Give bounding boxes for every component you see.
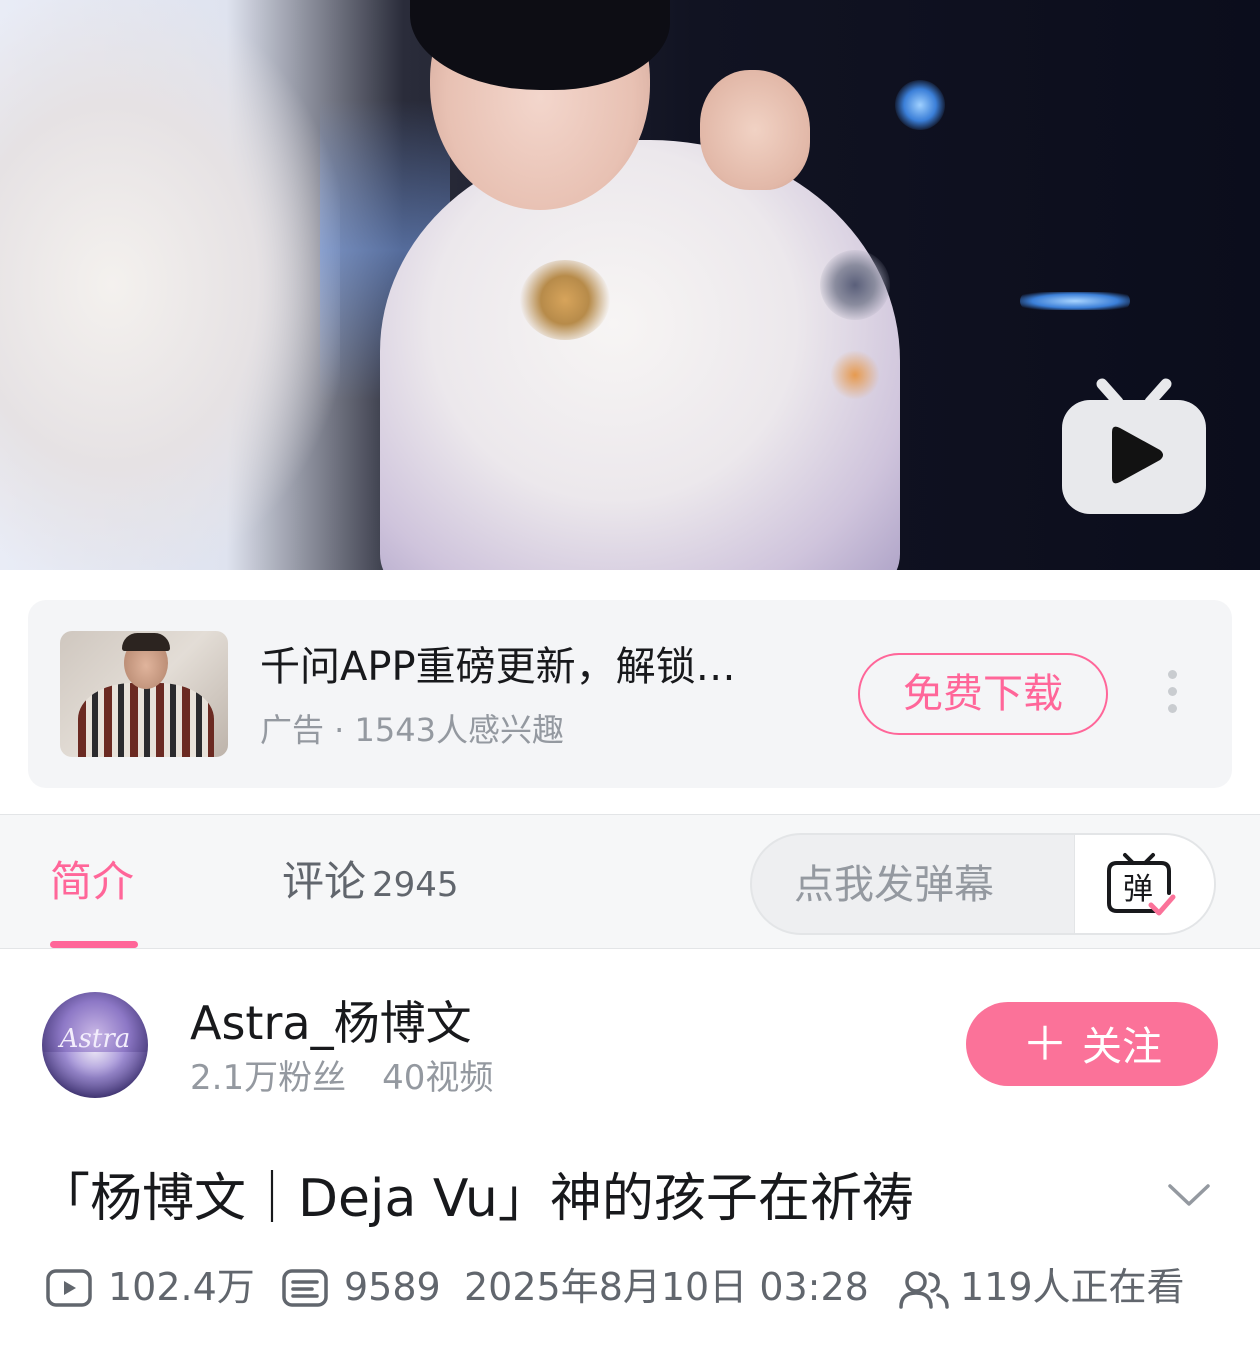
- danmaku-count-icon: [282, 1269, 328, 1307]
- active-tab-indicator: [50, 941, 138, 948]
- video-detail-page: 千问APP重磅更新，解锁… 广告 · 1543人感兴趣 免费下载 简介 评论 29…: [0, 0, 1260, 1360]
- danmaku-input[interactable]: 点我发弹幕: [794, 859, 994, 911]
- people-icon: [899, 1271, 949, 1309]
- tab-comments[interactable]: 评论 2945: [282, 855, 459, 912]
- ad-meta: 广告 · 1543人感兴趣: [260, 711, 564, 749]
- follow-label: 关注: [1082, 1024, 1162, 1070]
- tabs-bar: 简介 评论 2945 点我发弹幕 弹: [0, 814, 1260, 949]
- video-title: 「杨博文｜Deja Vu」神的孩子在祈祷: [38, 1169, 914, 1229]
- danmaku-icon: 弹: [1107, 853, 1176, 916]
- tab-comments-count: 2945: [372, 865, 459, 905]
- ad-thumbnail[interactable]: [60, 631, 228, 757]
- plus-icon: ＋: [1022, 1017, 1068, 1071]
- tab-intro[interactable]: 简介: [50, 855, 134, 909]
- more-options-icon[interactable]: [1160, 670, 1184, 718]
- watching-count: 119人正在看: [960, 1265, 1185, 1309]
- play-icon[interactable]: [1062, 378, 1206, 514]
- danmaku-toggle-button[interactable]: 弹: [1074, 835, 1214, 933]
- danmaku-count: 9589: [344, 1265, 441, 1309]
- video-frame-performer: [380, 140, 900, 570]
- video-player[interactable]: [0, 0, 1260, 570]
- danmaku-box: 点我发弹幕 弹: [750, 833, 1216, 935]
- publish-time: 2025年8月10日 03:28: [464, 1265, 869, 1309]
- chevron-down-icon[interactable]: [1166, 1180, 1212, 1210]
- ad-download-button[interactable]: 免费下载: [858, 653, 1108, 735]
- uploader-videos: 40视频: [382, 1058, 494, 1098]
- uploader-avatar[interactable]: Astra: [42, 992, 148, 1098]
- video-stats: 102.4万 9589 2025年8月10日 03:28 119人正在看: [46, 1262, 1236, 1312]
- avatar-text: Astra: [59, 1024, 131, 1054]
- uploader-stats: 2.1万粉丝 40视频: [190, 1056, 493, 1100]
- views-count: 102.4万: [108, 1265, 255, 1309]
- tab-comments-label: 评论: [282, 857, 367, 906]
- ad-title[interactable]: 千问APP重磅更新，解锁…: [260, 642, 820, 692]
- uploader-fans: 2.1万粉丝: [190, 1058, 347, 1098]
- follow-button[interactable]: ＋ 关注: [966, 1002, 1218, 1086]
- svg-text:弹: 弹: [1123, 872, 1153, 907]
- ad-card[interactable]: 千问APP重磅更新，解锁… 广告 · 1543人感兴趣 免费下载: [28, 600, 1232, 788]
- uploader-name[interactable]: Astra_杨博文: [190, 994, 472, 1052]
- play-count-icon: [46, 1269, 92, 1307]
